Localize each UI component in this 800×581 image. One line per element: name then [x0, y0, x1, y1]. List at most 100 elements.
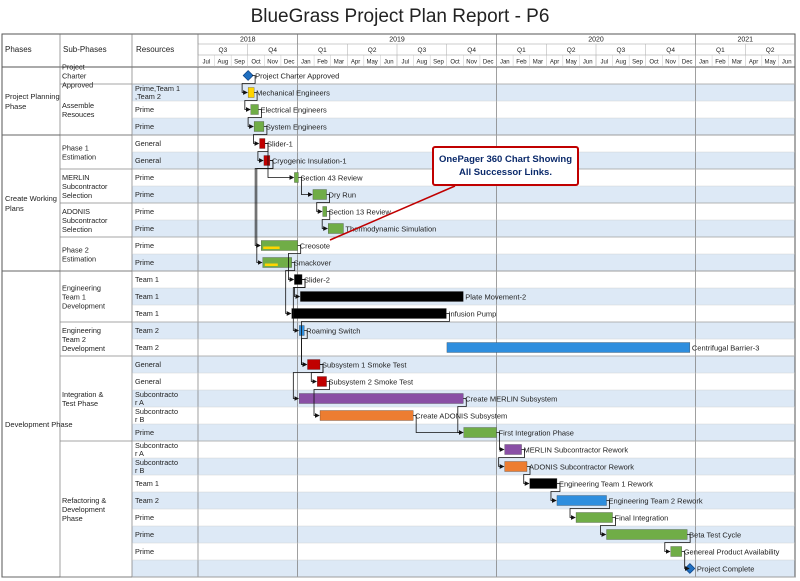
month-label: May	[764, 60, 775, 66]
subphase-label: Refactoring &	[62, 496, 106, 505]
task-bar	[670, 546, 682, 557]
resource-label: Prime	[135, 190, 154, 199]
task-label: Centrifugal Barrier-3	[692, 344, 760, 353]
month-label: Aug	[616, 60, 627, 66]
subphase-label: MERLIN	[62, 173, 90, 182]
month-label: Dec	[284, 60, 295, 66]
task-label: Engineering Team 1 Rework	[559, 480, 653, 489]
subphase-label: Estimation	[62, 255, 96, 264]
subphase-label: Phase	[62, 514, 83, 523]
subphase-label: Engineering	[62, 284, 101, 293]
task-label: Beta Test Cycle	[689, 531, 741, 540]
task-bar	[250, 104, 259, 115]
month-label: Jun	[583, 60, 593, 66]
quarter-label: Q4	[666, 47, 675, 54]
phase-label: Create Working	[5, 194, 57, 203]
resource-label: General	[135, 377, 161, 386]
subphase-label: Engineering	[62, 326, 101, 335]
resource-label: r A	[135, 449, 144, 458]
task-bar	[307, 359, 321, 370]
quarter-label: Q2	[567, 47, 576, 54]
progress-strip	[264, 263, 278, 266]
resource-label: ,Team 2	[135, 92, 161, 101]
callout-line-2: All Successor Links.	[459, 167, 552, 178]
month-label: Jun	[782, 60, 792, 66]
quarter-label: Q3	[219, 47, 228, 54]
resource-label: General	[135, 360, 161, 369]
month-label: Jun	[384, 60, 394, 66]
task-bar	[504, 444, 522, 455]
quarter-label: Q4	[467, 47, 476, 54]
year-label: 2020	[588, 37, 604, 44]
month-label: Dec	[682, 60, 693, 66]
task-bar	[328, 223, 344, 234]
resource-label: Prime	[135, 207, 154, 216]
milestone-diamond	[242, 70, 254, 81]
year-label: 2019	[389, 37, 405, 44]
gantt-chart: Phases Sub-Phases Resources 2018 2019 2020 202…	[1, 33, 796, 578]
resource-label: Prime	[135, 173, 154, 182]
subphase-label: Project	[62, 63, 85, 72]
resource-label: Prime	[135, 241, 154, 250]
resource-label: Prime	[135, 547, 154, 556]
task-bar	[463, 427, 497, 438]
phase-label: Plans	[5, 204, 24, 213]
month-label: Jul	[600, 60, 608, 66]
month-label: Oct	[649, 60, 659, 66]
month-label: Aug	[417, 60, 428, 66]
header-resources: Resources	[136, 45, 174, 54]
month-label: Mar	[732, 60, 742, 66]
subphase-label: Development	[62, 344, 105, 353]
month-label: May	[565, 60, 576, 66]
resource-label: Team 1	[135, 309, 159, 318]
month-label: Oct	[450, 60, 460, 66]
subphase-label: Phase 1	[62, 144, 89, 153]
task-label: Thermodynamic Simulation	[345, 225, 436, 234]
quarter-label: Q1	[517, 47, 526, 54]
year-label: 2018	[240, 37, 256, 44]
subphase-label: Subcontractor	[62, 216, 108, 225]
month-label: Feb	[317, 60, 328, 66]
quarter-label: Q3	[617, 47, 626, 54]
month-label: Apr	[550, 60, 559, 66]
month-label: Nov	[267, 60, 278, 66]
resource-label: r A	[135, 398, 144, 407]
subphase-label: ADONIS	[62, 207, 90, 216]
task-label: Section 13 Review	[329, 208, 392, 217]
task-bar	[504, 461, 528, 472]
task-bar	[299, 393, 464, 404]
task-label: Create ADONIS Subsystem	[415, 412, 507, 421]
task-label: Create MERLIN Subsystem	[465, 395, 557, 404]
resource-label: Team 2	[135, 326, 159, 335]
progress-strip	[263, 246, 280, 249]
resource-label: Prime	[135, 122, 154, 131]
subphase-label: Integration &	[62, 390, 104, 399]
task-bar	[253, 121, 265, 132]
task-label: Subsystem 1 Smoke Test	[322, 361, 407, 370]
quarter-label: Q4	[268, 47, 277, 54]
month-label: Jul	[401, 60, 409, 66]
task-bar	[300, 291, 464, 302]
month-label: Feb	[715, 60, 726, 66]
task-label: Plate Movement-2	[465, 293, 526, 302]
task-label: Creosote	[300, 242, 330, 251]
header-phases: Phases	[5, 45, 32, 54]
month-label: Jan	[301, 60, 311, 66]
quarter-label: Q2	[368, 47, 377, 54]
task-bar	[319, 410, 414, 421]
task-bar	[294, 274, 303, 285]
resource-label: r B	[135, 466, 144, 475]
task-bar	[294, 172, 299, 183]
resource-label: Team 1	[135, 292, 159, 301]
phase-label: Project Planning	[5, 92, 60, 101]
month-label: Aug	[218, 60, 229, 66]
task-label: Infusion Pump	[448, 310, 496, 319]
subphase-label: Team 1	[62, 293, 86, 302]
task-label: Electrical Engineers	[260, 106, 327, 115]
month-label: Feb	[516, 60, 527, 66]
task-bar	[446, 342, 691, 353]
month-label: Nov	[665, 60, 676, 66]
task-label: Cryogenic Insulation-1	[272, 157, 347, 166]
subphase-label: Approved	[62, 81, 93, 90]
task-label: Genereal Product Availability	[684, 548, 780, 557]
